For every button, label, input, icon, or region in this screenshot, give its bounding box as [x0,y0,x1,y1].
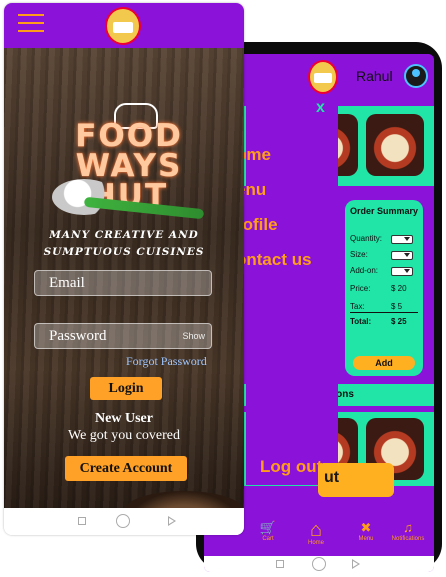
email-placeholder: Email [49,275,85,291]
recents-icon[interactable] [276,560,284,568]
system-nav-bar [4,508,244,535]
user-name: Rahul [356,68,393,84]
add-button[interactable]: Add [353,356,415,370]
total-label: Total: [350,317,372,326]
login-button[interactable]: Login [90,377,162,400]
tax-value: $ 5 [391,302,403,311]
nav-cart-label: Cart [262,536,274,542]
side-drawer: x ome enu rofile ontact us Log out [236,95,338,485]
size-label: Size: [350,250,368,259]
hamburger-menu-icon[interactable] [18,14,44,34]
quantity-label: Quantity: [350,234,383,243]
front-phone: FOOD WAYS HUT MANY CREATIVE AND SUMPTUOU… [4,3,244,535]
price-value: $ 20 [391,284,407,293]
password-field[interactable]: Password Show [34,323,212,349]
logout-link[interactable]: Log out [260,457,322,477]
new-user-heading: New User [95,411,153,426]
password-placeholder: Password [49,328,107,344]
nav-cart[interactable]: 🛒 Cart [248,520,288,542]
avatar[interactable] [404,64,428,88]
app-logo[interactable] [105,7,141,45]
home-icon: ⌂ [309,519,323,541]
garlic-image [52,179,116,215]
recents-icon[interactable] [78,517,86,525]
home-system-icon[interactable] [116,514,130,528]
close-icon[interactable]: x [316,99,325,117]
size-select[interactable] [391,251,413,260]
system-nav-bar [204,556,434,572]
nav-home[interactable]: ⌂ Home [296,520,336,546]
bell-icon: ♫ [403,520,413,535]
order-summary-title: Order Summary [349,206,419,216]
create-account-button[interactable]: Create Account [65,456,187,481]
tagline-line-1: MANY CREATIVE AND [49,229,199,241]
partial-button-label: ut [324,469,340,486]
addon-select[interactable] [391,267,413,276]
nav-notifications-label: Notifications [391,536,425,542]
nav-home-label: Home [307,540,324,546]
quantity-select[interactable] [391,235,413,244]
nav-menu[interactable]: ✖ Menu [346,520,386,542]
tagline: MANY CREATIVE AND SUMPTUOUS CUISINES [4,227,244,261]
partial-button[interactable]: ut [318,463,394,497]
home-system-icon[interactable] [312,557,326,571]
price-label: Price: [350,284,371,293]
drawer-item-contact[interactable]: ontact us [236,250,312,270]
app-logo-small[interactable] [308,60,338,94]
utensils-icon: ✖ [360,520,372,535]
forgot-password-link[interactable]: Forgot Password [126,354,207,369]
food-image[interactable] [366,114,424,176]
back-icon[interactable] [168,516,176,526]
cart-icon: 🛒 [259,520,277,535]
order-summary-card: Order Summary Quantity: Size: Add-on: Pr… [345,200,423,376]
nav-notifications[interactable]: ♫ Notifications [388,520,428,542]
top-bar [4,3,244,48]
addon-label: Add-on: [350,266,379,275]
email-field[interactable]: Email [34,270,212,296]
nav-menu-label: Menu [358,536,374,542]
back-icon[interactable] [352,559,360,569]
tagline-line-2: SUMPTUOUS CUISINES [43,246,205,258]
divider [350,312,418,313]
show-password-toggle[interactable]: Show [182,324,205,348]
tax-label: Tax: [350,302,365,311]
total-value: $ 25 [391,317,407,326]
new-user-subtitle: We got you covered [68,428,180,443]
